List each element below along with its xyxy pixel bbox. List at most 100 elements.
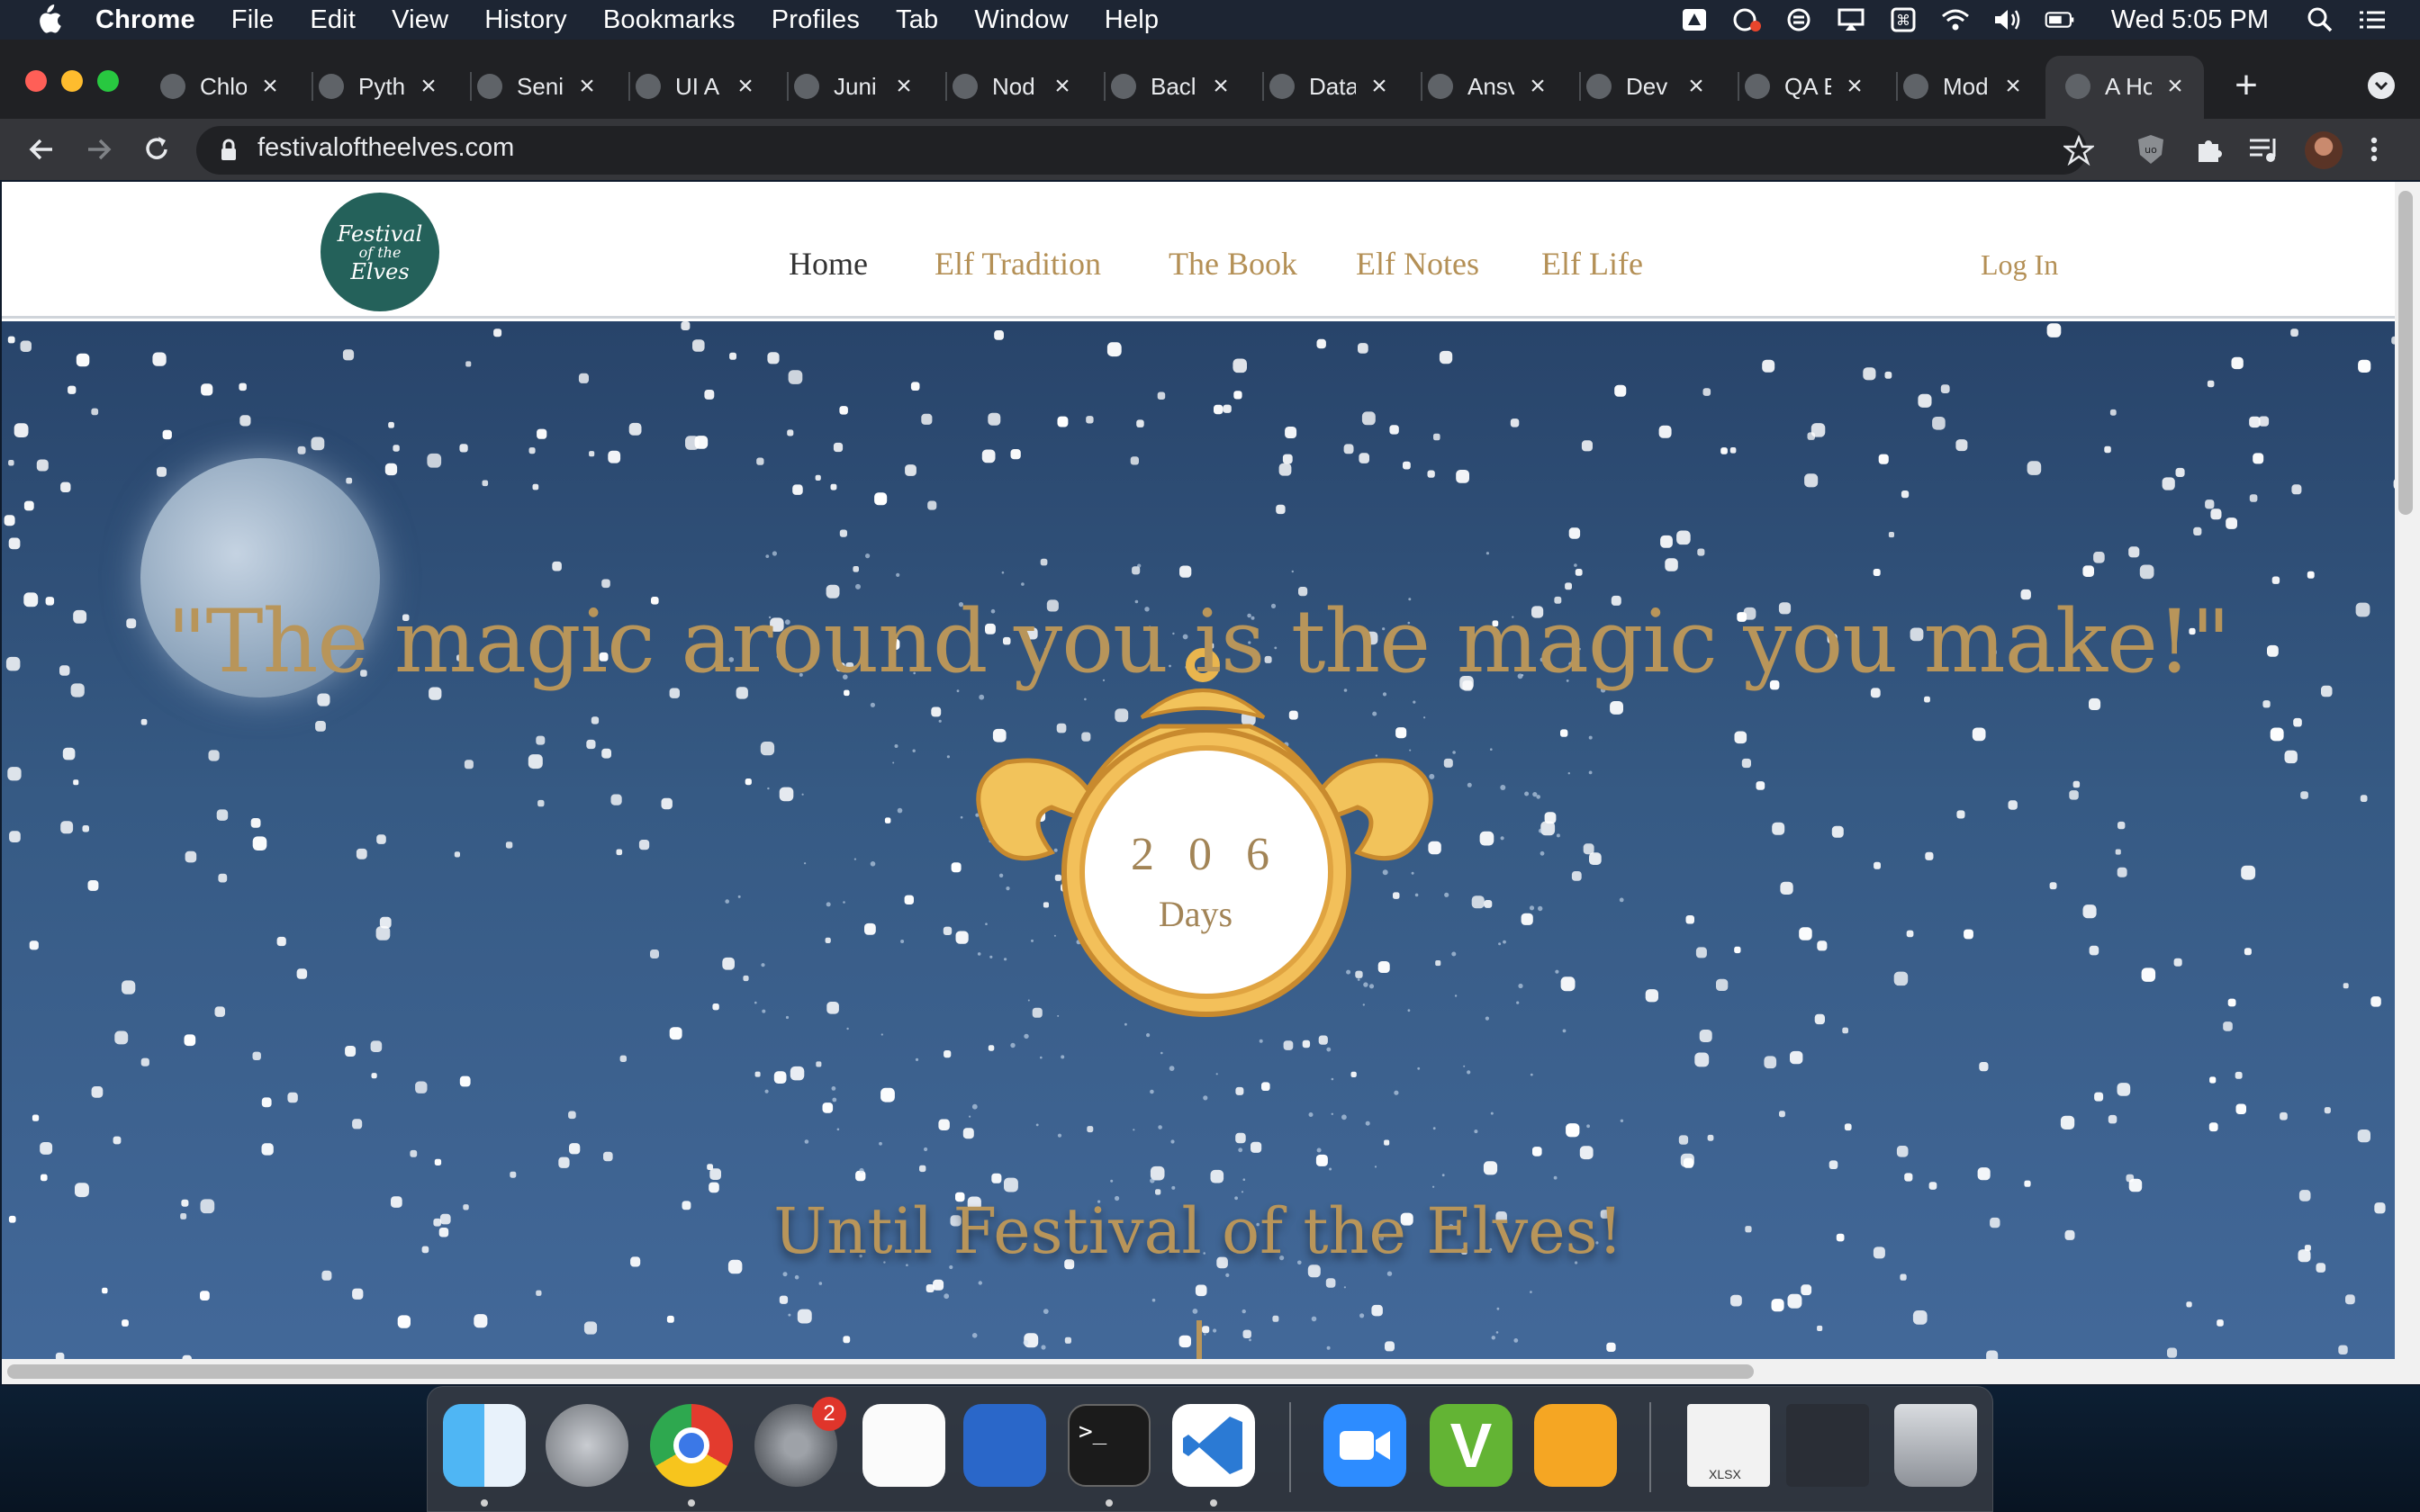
terminal-icon[interactable]: >_ xyxy=(1068,1404,1151,1487)
pages-icon[interactable] xyxy=(1534,1404,1617,1487)
tab-close-icon[interactable]: × xyxy=(1210,71,1232,102)
finder-icon[interactable] xyxy=(443,1404,526,1487)
browser-tab[interactable]: A Ho × xyxy=(2065,58,2186,115)
spreadsheet-file-icon[interactable]: XLSX xyxy=(1687,1404,1770,1487)
nav-elf-life[interactable]: Elf Life xyxy=(1541,245,1643,283)
browser-tab[interactable]: Nod × xyxy=(953,58,1073,115)
menu-file[interactable]: File xyxy=(231,5,275,35)
browser-tab[interactable]: Dev × xyxy=(1586,58,1707,115)
dock-separator xyxy=(1289,1402,1291,1492)
tab-close-icon[interactable]: × xyxy=(1052,71,1073,102)
nav-elf-notes[interactable]: Elf Notes xyxy=(1356,245,1479,283)
tab-title: UI A xyxy=(675,72,720,100)
tab-close-icon[interactable]: × xyxy=(2002,71,2024,102)
wifi-icon[interactable] xyxy=(1940,7,1971,32)
browser-tab[interactable]: Seni × xyxy=(477,58,598,115)
browser-tab[interactable]: Ansv × xyxy=(1428,58,1549,115)
menu-profiles[interactable]: Profiles xyxy=(772,5,860,35)
command-icon[interactable]: ⌘ xyxy=(1888,7,1919,32)
controller-icon[interactable] xyxy=(963,1404,1046,1487)
window-zoom-button[interactable] xyxy=(97,70,119,92)
login-link[interactable]: Log In xyxy=(1981,248,2058,282)
menu-help[interactable]: Help xyxy=(1105,5,1159,35)
reload-button[interactable] xyxy=(140,133,173,170)
tab-title: QA E xyxy=(1784,72,1831,100)
tab-close-icon[interactable]: × xyxy=(418,71,439,102)
nav-home[interactable]: Home xyxy=(789,245,868,283)
browser-tab[interactable]: Chlo × xyxy=(160,58,281,115)
media-queue-icon[interactable] xyxy=(2247,135,2281,166)
menu-app-name[interactable]: Chrome xyxy=(95,5,195,35)
tab-title: Ansv xyxy=(1467,72,1514,100)
ublock-shield-icon[interactable]: uo xyxy=(2136,133,2166,166)
tab-separator xyxy=(1104,72,1106,101)
vectorworks-icon[interactable]: V xyxy=(1430,1404,1512,1487)
tab-title: Pyth xyxy=(358,72,405,100)
address-url[interactable]: festivaloftheelves.com xyxy=(257,133,514,163)
tab-close-icon[interactable]: × xyxy=(1527,71,1549,102)
browser-tab[interactable]: QA E × xyxy=(1745,58,1865,115)
tab-favicon-icon xyxy=(1903,74,1928,99)
menu-edit[interactable]: Edit xyxy=(310,5,356,35)
chrome-icon[interactable] xyxy=(650,1404,733,1487)
nav-elf-tradition[interactable]: Elf Tradition xyxy=(935,245,1101,283)
countdown-number: 206 xyxy=(1131,829,1304,880)
menu-history[interactable]: History xyxy=(484,5,567,35)
browser-tab[interactable]: Mod × xyxy=(1903,58,2024,115)
menu-view[interactable]: View xyxy=(392,5,448,35)
new-tab-button[interactable]: + xyxy=(2224,63,2269,108)
menu-tab[interactable]: Tab xyxy=(896,5,938,35)
tab-close-icon[interactable]: × xyxy=(1844,71,1865,102)
spreadsheet-file-label: XLSX xyxy=(1709,1467,1741,1481)
tab-close-icon[interactable]: × xyxy=(576,71,598,102)
tab-close-icon[interactable]: × xyxy=(259,71,281,102)
horizontal-scrollbar-thumb[interactable] xyxy=(7,1364,1754,1379)
airplay-icon[interactable] xyxy=(1836,7,1866,32)
menubar-clock[interactable]: Wed 5:05 PM xyxy=(2111,5,2269,35)
apple-icon[interactable] xyxy=(34,4,61,35)
tab-close-icon[interactable]: × xyxy=(893,71,915,102)
menu-window[interactable]: Window xyxy=(974,5,1068,35)
trash-icon[interactable] xyxy=(1894,1404,1977,1487)
logo-line-1: Festival xyxy=(337,221,423,247)
extensions-puzzle-icon[interactable] xyxy=(2193,133,2226,166)
volume-icon[interactable] xyxy=(1992,7,2023,32)
drive-status-icon[interactable] xyxy=(1679,7,1710,32)
tab-close-icon[interactable]: × xyxy=(2164,71,2186,102)
browser-tab[interactable]: Data × xyxy=(1269,58,1390,115)
zoom-icon[interactable] xyxy=(1323,1404,1406,1487)
menu-bookmarks[interactable]: Bookmarks xyxy=(603,5,736,35)
spotlight-search-icon[interactable] xyxy=(2305,7,2335,32)
launchpad-icon[interactable] xyxy=(546,1404,628,1487)
screenshot-file-icon[interactable] xyxy=(1786,1404,1869,1487)
nav-the-book[interactable]: The Book xyxy=(1169,245,1297,283)
dock-separator-2 xyxy=(1649,1402,1651,1492)
vertical-scrollbar-thumb[interactable] xyxy=(2398,191,2413,515)
control-center-icon[interactable] xyxy=(2357,7,2388,32)
browser-tab[interactable]: Juni × xyxy=(794,58,915,115)
creative-cloud-icon[interactable] xyxy=(1731,7,1762,32)
battery-icon[interactable] xyxy=(2045,7,2075,32)
tab-close-icon[interactable]: × xyxy=(735,71,756,102)
festival-logo[interactable]: Festival of the Elves xyxy=(321,193,439,311)
window-minimize-button[interactable] xyxy=(61,70,83,92)
reminders-icon[interactable] xyxy=(862,1404,945,1487)
tab-separator xyxy=(1579,72,1581,101)
vpn-icon[interactable] xyxy=(1783,7,1814,32)
kebab-menu-icon[interactable] xyxy=(2368,133,2380,166)
vscode-icon[interactable] xyxy=(1172,1404,1255,1487)
tab-favicon-icon xyxy=(953,74,978,99)
browser-tab[interactable]: Bacl × xyxy=(1111,58,1232,115)
tab-search-button[interactable] xyxy=(2368,72,2395,99)
window-close-button[interactable] xyxy=(25,70,47,92)
profile-avatar[interactable] xyxy=(2305,131,2343,169)
lock-icon[interactable] xyxy=(220,139,238,162)
tab-separator xyxy=(1262,72,1264,101)
tab-close-icon[interactable]: × xyxy=(1368,71,1390,102)
back-button[interactable] xyxy=(25,133,58,170)
browser-tab[interactable]: UI A × xyxy=(636,58,756,115)
browser-tab[interactable]: Pyth × xyxy=(319,58,439,115)
tab-close-icon[interactable]: × xyxy=(1685,71,1707,102)
forward-button[interactable] xyxy=(83,133,115,170)
bookmark-star-icon[interactable] xyxy=(2063,135,2094,166)
